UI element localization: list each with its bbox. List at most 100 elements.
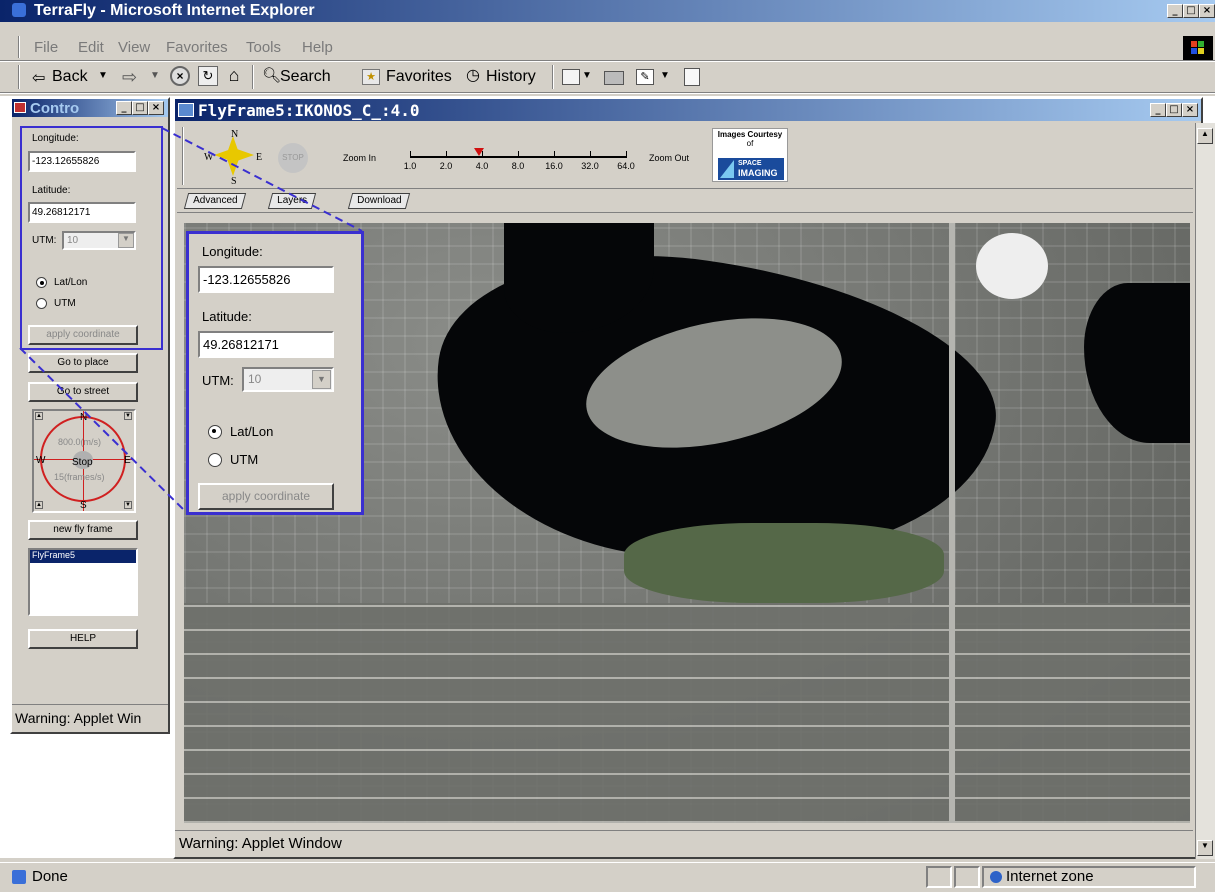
nav-compass-east: E: [256, 152, 263, 163]
zoom-tick-label[interactable]: 2.0: [436, 161, 456, 171]
status-pane-2: [954, 866, 980, 888]
nav-compass-icon[interactable]: [212, 134, 256, 178]
new-fly-frame-button[interactable]: new fly frame: [28, 520, 138, 540]
menu-edit[interactable]: Edit: [78, 39, 104, 56]
history-button[interactable]: History: [486, 68, 536, 86]
toolbar-divider: [0, 92, 1215, 94]
control-maximize-button[interactable]: □: [132, 101, 148, 115]
history-icon[interactable]: ◷: [466, 66, 486, 86]
menu-file[interactable]: File: [34, 39, 58, 56]
callout-latitude-label: Latitude:: [202, 309, 252, 324]
tab-download-label: Download: [357, 195, 402, 206]
frame-maximize-button[interactable]: □: [1166, 103, 1182, 117]
callout-utm-radio-label: UTM: [230, 452, 259, 467]
callout-latlon-radio[interactable]: [208, 425, 222, 439]
print-icon[interactable]: [604, 71, 624, 85]
forward-arrow-icon[interactable]: ⇨: [122, 67, 137, 88]
edit-dropdown-icon[interactable]: ▼: [660, 70, 670, 81]
menu-view[interactable]: View: [118, 39, 150, 56]
callout-longitude-label: Longitude:: [202, 244, 263, 259]
nav-compass-west: W: [204, 152, 214, 163]
help-button[interactable]: HELP: [28, 629, 138, 649]
page-done-icon: [12, 870, 26, 884]
discuss-icon[interactable]: [684, 68, 700, 86]
toolbar-sep: [252, 65, 254, 89]
zoom-tick-label[interactable]: 32.0: [580, 161, 600, 171]
nav-compass-south: S: [231, 176, 237, 187]
zoom-tick: [410, 151, 411, 158]
go-to-street-button[interactable]: Go to street: [28, 382, 138, 402]
back-dropdown-icon[interactable]: ▼: [98, 70, 108, 81]
frame-minimize-button[interactable]: _: [1150, 103, 1166, 117]
tab-download[interactable]: Download: [347, 193, 411, 209]
frame-toolbar-grip: [182, 127, 184, 185]
scroll-up-icon[interactable]: ▲: [1197, 128, 1213, 144]
edit-icon[interactable]: ✎: [636, 69, 654, 85]
tab-layers-label: Layers: [277, 195, 308, 206]
menu-help[interactable]: Help: [302, 39, 333, 56]
stop-icon[interactable]: ×: [170, 66, 190, 86]
back-button[interactable]: Back: [52, 68, 88, 86]
compass-corner-tr-icon[interactable]: ▼: [124, 412, 132, 420]
control-panel-warning: Warning: Applet Win: [12, 704, 168, 732]
callout-latitude-field[interactable]: 49.26812171: [198, 331, 334, 358]
space-imaging-logo-text1: SPACE: [738, 160, 762, 167]
compass-stop-label[interactable]: Stop: [72, 457, 93, 468]
zoom-tick-label[interactable]: 8.0: [508, 161, 528, 171]
zoom-slider-thumb[interactable]: [474, 148, 484, 156]
callout-apply-button[interactable]: apply coordinate: [198, 483, 334, 510]
favorites-icon[interactable]: ★: [362, 69, 380, 85]
space-imaging-logo-text2: IMAGING: [738, 168, 778, 178]
compass-north-label: N: [80, 412, 88, 423]
minimize-button[interactable]: _: [1167, 4, 1183, 18]
callout-utm-value: 10: [248, 372, 262, 386]
zoom-in-label[interactable]: Zoom In: [343, 153, 376, 163]
fly-frame-warning: Warning: Applet Window: [175, 830, 1193, 857]
tab-layers[interactable]: Layers: [267, 193, 317, 209]
menu-favorites[interactable]: Favorites: [166, 39, 228, 56]
mail-icon[interactable]: [562, 69, 580, 85]
favorites-button[interactable]: Favorites: [386, 68, 452, 86]
zoom-tick-label[interactable]: 1.0: [400, 161, 420, 171]
status-text: Done: [32, 868, 68, 885]
callout-longitude-field[interactable]: -123.12655826: [198, 266, 334, 293]
tab-advanced[interactable]: Advanced: [183, 193, 247, 209]
zoom-out-label[interactable]: Zoom Out: [649, 153, 689, 163]
compass-east-label: E: [124, 455, 131, 466]
frame-scrollbar[interactable]: [1195, 123, 1215, 859]
compass-corner-tl-icon[interactable]: ▲: [35, 412, 43, 420]
browser-title: TerraFly - Microsoft Internet Explorer: [34, 2, 315, 19]
control-minimize-button[interactable]: _: [116, 101, 132, 115]
callout-utm-dropdown-icon[interactable]: ▼: [312, 370, 331, 389]
control-close-button[interactable]: ×: [148, 101, 164, 115]
compass-speed-readout: 800.0(m/s): [58, 437, 102, 447]
search-button[interactable]: Search: [280, 68, 331, 86]
refresh-icon[interactable]: ↻: [198, 66, 218, 86]
stop-button[interactable]: STOP: [278, 143, 308, 173]
forward-dropdown-icon[interactable]: ▼: [150, 70, 160, 81]
menu-tools[interactable]: Tools: [246, 39, 281, 56]
frames-list-item[interactable]: FlyFrame5: [30, 550, 136, 563]
compass-corner-br-icon[interactable]: ▼: [124, 501, 132, 509]
go-to-place-button[interactable]: Go to place: [28, 353, 138, 373]
compass-rate-readout: 15(frames/s): [54, 472, 105, 482]
courtesy-line-1: Images Courtesy: [717, 130, 783, 139]
zoom-tick-label[interactable]: 4.0: [472, 161, 492, 171]
back-arrow-icon[interactable]: ⇦: [32, 68, 45, 88]
compass-corner-bl-icon[interactable]: ▲: [35, 501, 43, 509]
home-icon[interactable]: ⌂: [224, 66, 244, 86]
zoom-tick-label[interactable]: 64.0: [616, 161, 636, 171]
frame-close-button[interactable]: ×: [1182, 103, 1198, 117]
close-button[interactable]: ×: [1199, 4, 1215, 18]
zoom-tick: [518, 151, 519, 158]
fly-frame-title: FlyFrame5:IKONOS_C_:4.0: [198, 101, 420, 120]
windows-logo-icon: [1183, 36, 1213, 60]
zoom-tick: [626, 151, 627, 158]
scroll-down-icon[interactable]: ▼: [1197, 840, 1213, 856]
callout-utm-radio[interactable]: [208, 453, 222, 467]
courtesy-line-2: of: [746, 139, 754, 148]
search-icon[interactable]: 🔍︎: [262, 66, 282, 86]
mail-dropdown-icon[interactable]: ▼: [582, 70, 592, 81]
maximize-button[interactable]: □: [1183, 4, 1199, 18]
zoom-tick-label[interactable]: 16.0: [544, 161, 564, 171]
